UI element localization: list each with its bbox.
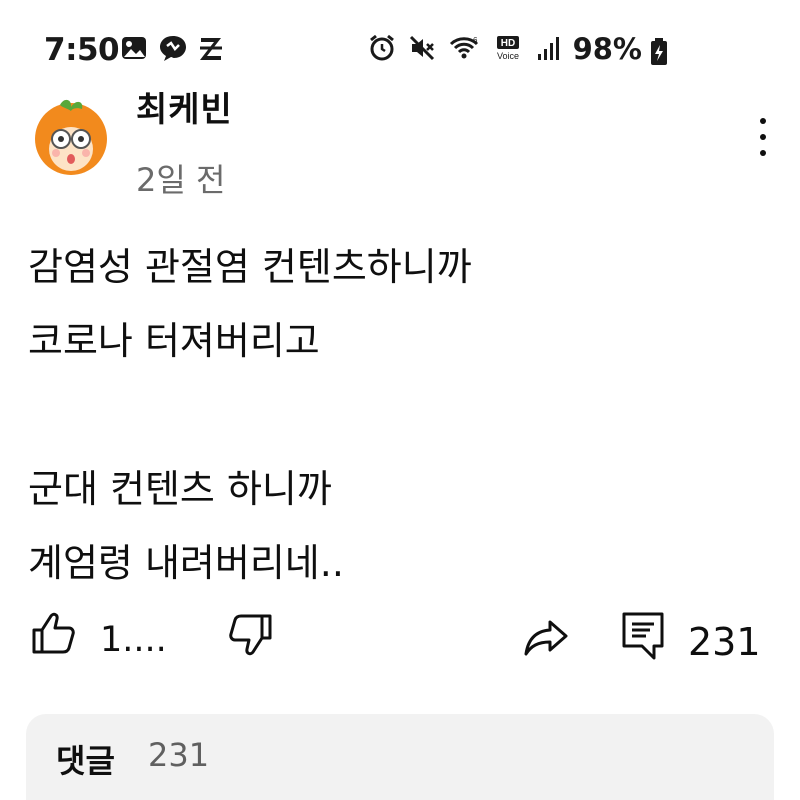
share-arrow-icon bbox=[524, 620, 568, 656]
more-options-button[interactable] bbox=[748, 114, 778, 160]
svg-text:6: 6 bbox=[473, 36, 478, 45]
comments-count: 231 bbox=[148, 736, 210, 774]
hd-label: HD bbox=[501, 38, 515, 49]
channel-avatar[interactable] bbox=[30, 95, 112, 177]
action-bar: 1.... 231 bbox=[0, 606, 800, 676]
wifi-icon: 6 bbox=[448, 34, 480, 66]
status-time: 7:50 bbox=[44, 32, 120, 68]
comments-title: 댓글 bbox=[56, 742, 115, 780]
like-count: 1.... bbox=[100, 620, 167, 660]
post-body: 감염성 관절염 컨텐츠하니까 코로나 터져버리고 군대 컨텐츠 하니까 계엄령 … bbox=[28, 230, 768, 600]
signal-icon bbox=[536, 34, 560, 66]
voice-label: Voice bbox=[497, 51, 519, 61]
post-time: 2일 전 bbox=[136, 161, 226, 199]
alarm-icon bbox=[368, 34, 396, 66]
status-bar: 7:50 6 HD Voice 98% bbox=[0, 0, 800, 95]
post-line: 감염성 관절염 컨텐츠하니까 bbox=[28, 245, 472, 289]
post-line: 군대 컨텐츠 하니까 bbox=[28, 467, 332, 511]
comment-button[interactable] bbox=[620, 610, 666, 662]
battery-icon bbox=[650, 38, 668, 70]
hd-voice-icon: HD Voice bbox=[492, 34, 524, 66]
chat-bubble-icon bbox=[158, 34, 188, 66]
post-line: 계엄령 내려버리네.. bbox=[28, 541, 344, 585]
mute-icon bbox=[408, 34, 436, 66]
channel-name[interactable]: 최케빈 bbox=[136, 82, 233, 131]
status-left-icons bbox=[120, 34, 224, 66]
like-button[interactable] bbox=[30, 610, 78, 658]
orange-character-icon bbox=[35, 99, 107, 175]
thumbs-up-icon bbox=[32, 612, 75, 654]
comment-count: 231 bbox=[688, 620, 761, 664]
z-icon bbox=[198, 34, 224, 66]
post-line-blank bbox=[28, 378, 768, 452]
status-right-icons: 6 HD Voice bbox=[368, 34, 560, 66]
dot-icon bbox=[760, 150, 766, 156]
battery-percent: 98% bbox=[572, 32, 642, 66]
gallery-icon bbox=[120, 35, 148, 65]
dot-icon bbox=[760, 118, 766, 124]
thumbs-down-icon bbox=[229, 614, 272, 656]
post-line: 코로나 터져버리고 bbox=[28, 319, 320, 363]
comments-section-card[interactable]: 댓글 231 bbox=[26, 714, 774, 800]
dot-icon bbox=[760, 134, 766, 140]
share-button[interactable] bbox=[522, 612, 570, 660]
comment-icon bbox=[622, 612, 664, 660]
dislike-button[interactable] bbox=[226, 610, 274, 658]
